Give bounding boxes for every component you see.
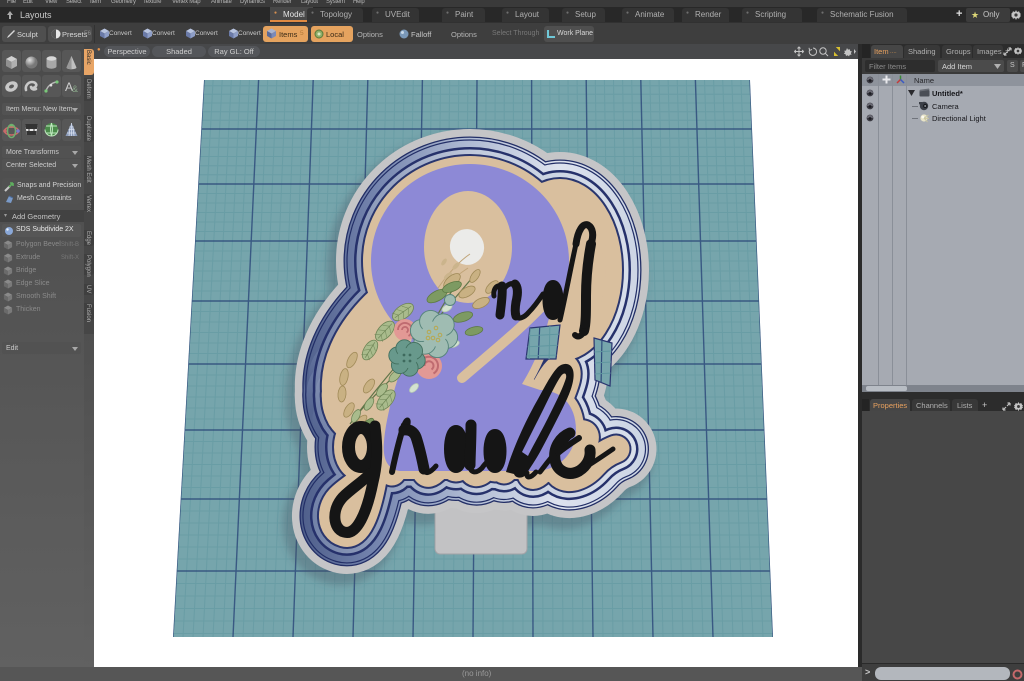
svg-text:&: & <box>72 84 78 94</box>
